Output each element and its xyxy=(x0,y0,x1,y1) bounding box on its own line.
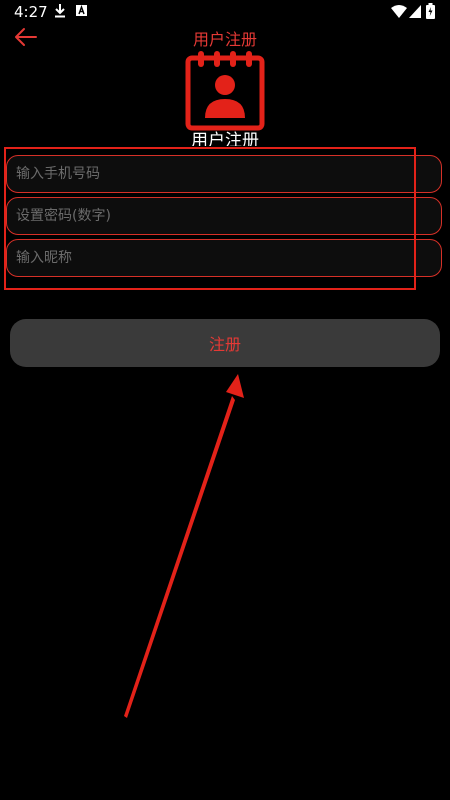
password-input[interactable] xyxy=(6,197,442,235)
status-time: 4:27 xyxy=(14,3,48,21)
download-icon xyxy=(55,4,65,18)
a-icon xyxy=(76,5,87,16)
phone-input[interactable] xyxy=(6,155,442,193)
page-title: 用户注册 xyxy=(192,30,257,49)
annotation-arrow xyxy=(124,374,244,718)
nickname-input[interactable] xyxy=(6,239,442,277)
logo-caption: 用户注册 xyxy=(191,131,259,146)
signal-icon xyxy=(409,5,421,18)
wifi-icon xyxy=(391,5,407,18)
register-button[interactable]: 注册 xyxy=(10,319,440,367)
battery-icon xyxy=(426,3,435,19)
calendar-user-icon xyxy=(185,51,265,131)
status-bar: 4:27 xyxy=(0,0,450,24)
